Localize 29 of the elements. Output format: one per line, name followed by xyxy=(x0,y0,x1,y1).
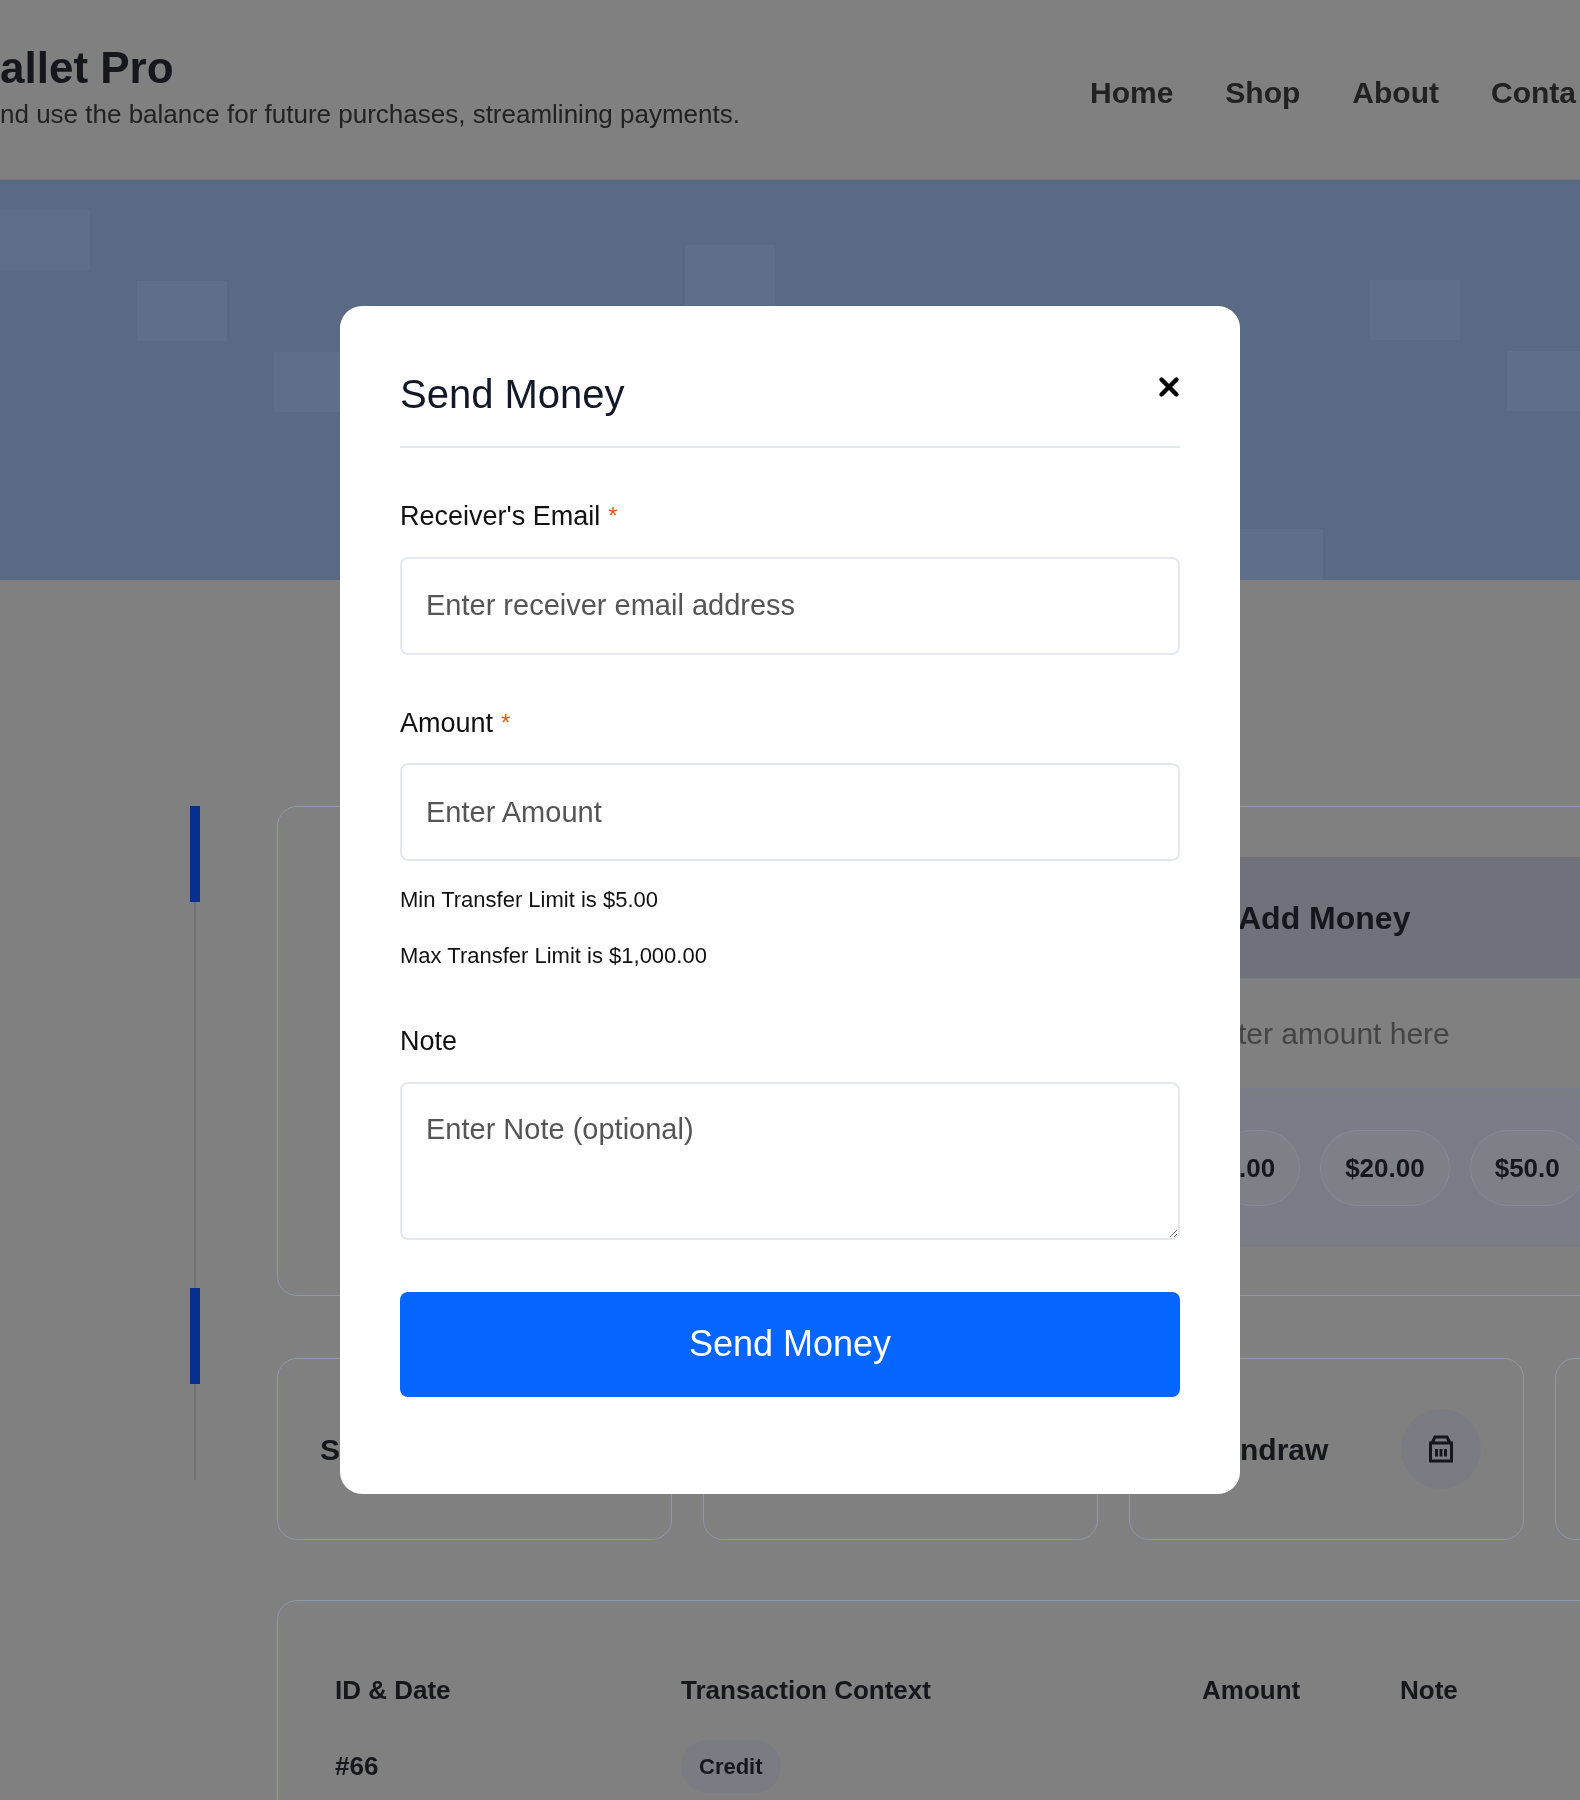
field-label: Receiver's Email xyxy=(400,500,601,533)
required-mark: * xyxy=(501,707,511,738)
send-money-button[interactable]: Send Money xyxy=(400,1291,1180,1397)
card-label: S xyxy=(320,1431,340,1468)
field-label: Note xyxy=(400,1025,458,1058)
site-title: allet Pro xyxy=(0,44,175,92)
limit-hint: Max Transfer Limit is $1,000.00 xyxy=(400,942,708,970)
card-label: ndraw xyxy=(1240,1431,1329,1468)
table-cell-text: #66 xyxy=(335,1750,380,1783)
field-label: Amount xyxy=(400,706,494,740)
nav-link[interactable]: Conta xyxy=(1491,70,1576,115)
column-header: Note xyxy=(1400,1674,1459,1707)
nav-link[interactable]: Home xyxy=(1090,70,1174,115)
nav-link[interactable]: Shop xyxy=(1225,70,1301,115)
input-field[interactable]: Enter receiver email address xyxy=(400,556,1180,655)
note-field[interactable]: Enter Note (optional) xyxy=(400,1081,1180,1240)
column-header: Transaction Context xyxy=(681,1674,932,1707)
amount-chip[interactable]: $50.0 xyxy=(1469,1130,1580,1206)
limit-hint: Min Transfer Limit is $5.00 xyxy=(400,886,659,914)
column-header: Amount xyxy=(1202,1674,1302,1707)
input-field[interactable]: Enter Amount xyxy=(400,763,1180,861)
panel-title: Add Money xyxy=(1238,898,1411,938)
required-mark: * xyxy=(608,501,618,532)
type-badge: Credit xyxy=(681,1740,781,1793)
column-header: ID & Date xyxy=(335,1674,452,1707)
dialog-title: Send Money xyxy=(400,371,625,418)
amount-chip[interactable]: $20.00 xyxy=(1320,1130,1450,1206)
nav-link[interactable]: About xyxy=(1352,70,1439,115)
site-tagline: nd use the balance for future purchases, streamlining payments. xyxy=(0,98,740,130)
